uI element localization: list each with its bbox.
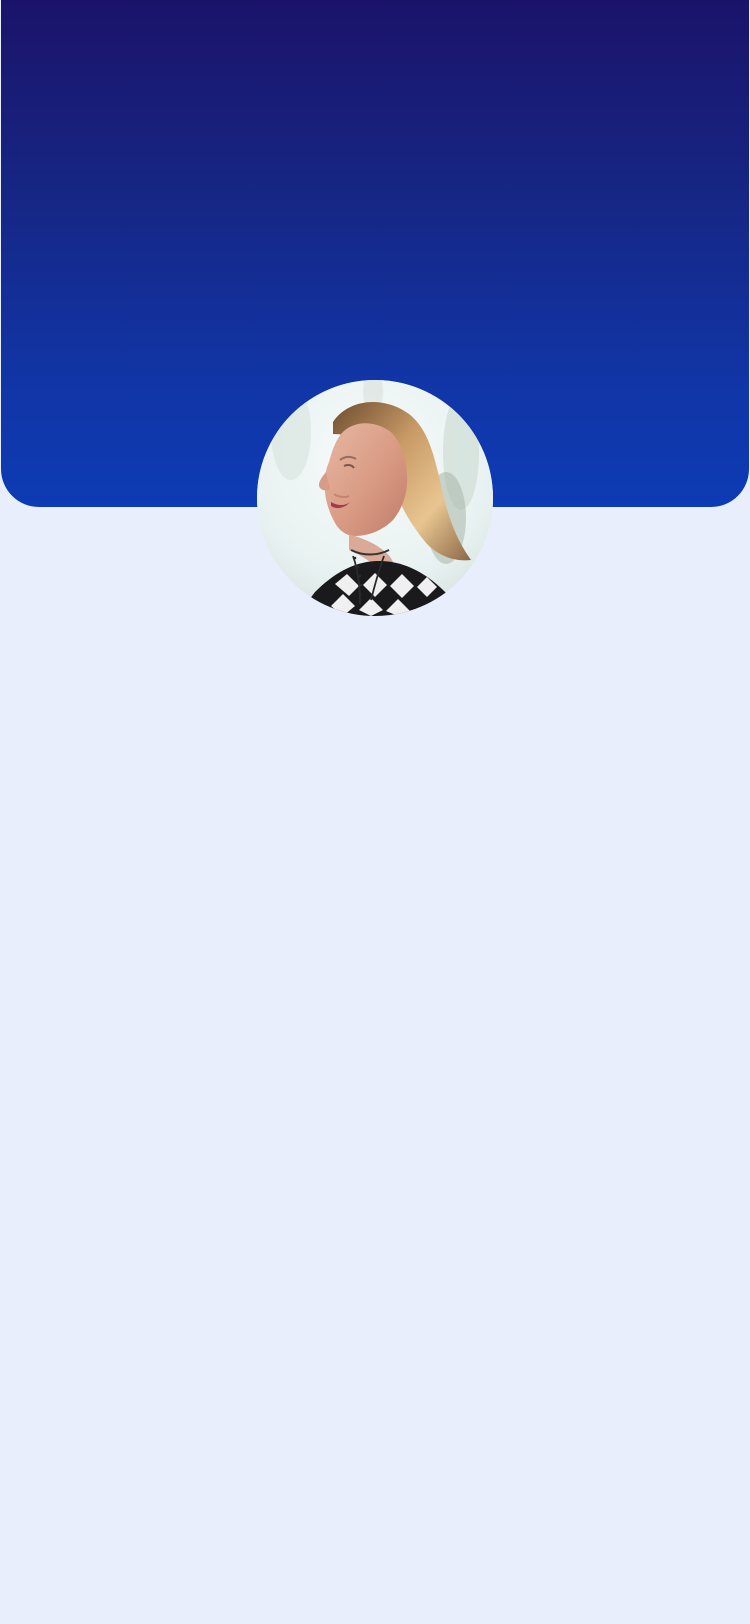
profile-content-area bbox=[0, 507, 750, 1624]
